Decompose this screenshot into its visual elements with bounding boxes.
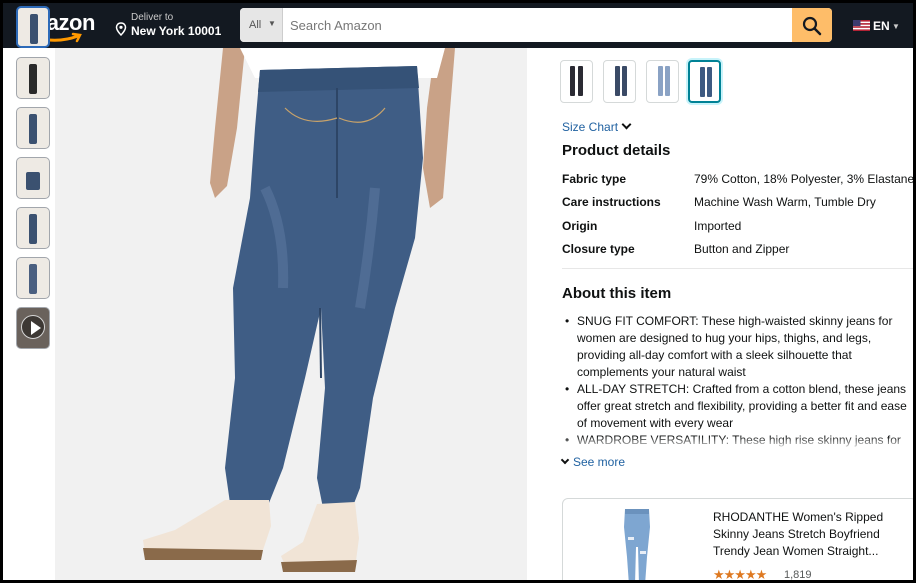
thumbnail-6[interactable]: [16, 257, 50, 299]
size-chart-link[interactable]: Size Chart: [562, 119, 632, 134]
swatch-4-image-b: [707, 67, 712, 97]
see-more-label: See more: [573, 455, 626, 469]
about-item-heading: About this item: [562, 285, 672, 302]
search-category-label: All: [249, 19, 262, 31]
video-thumbnail[interactable]: [16, 307, 50, 349]
see-more-link[interactable]: See more: [560, 455, 626, 469]
about-item-bullets: SNUG FIT COMFORT: These high-waisted ski…: [564, 313, 913, 448]
browser-viewport: amazon Deliver to New York 10001 All ▼ S…: [3, 3, 913, 580]
main-product-image[interactable]: [55, 48, 527, 580]
swatch-1-image: [570, 66, 575, 96]
size-chart-label: Size Chart: [562, 120, 619, 134]
deliver-location: New York 10001: [131, 24, 222, 38]
related-product-image: [624, 509, 650, 580]
detail-row-care: Care instructions Machine Wash Warm, Tum…: [562, 195, 913, 211]
detail-key: Fabric type: [562, 172, 627, 186]
swatch-2-image: [615, 66, 620, 96]
deliver-to-location[interactable]: Deliver to New York 10001: [115, 12, 233, 40]
bullet-point: ALL-DAY STRETCH: Crafted from a cotton b…: [564, 381, 913, 432]
us-flag-icon: [853, 20, 870, 31]
color-swatch-1[interactable]: [560, 60, 593, 103]
color-swatch-2[interactable]: [603, 60, 636, 103]
detail-value: Imported: [694, 219, 742, 233]
swatch-2-image-b: [622, 66, 627, 96]
caret-down-icon: ▼: [268, 19, 276, 28]
related-product-card[interactable]: RHODANTHE Women's Ripped Skinny Jeans St…: [562, 498, 913, 580]
thumbnail-4[interactable]: [16, 157, 50, 199]
bullets-fade-overlay: [562, 436, 913, 450]
search-category-dropdown[interactable]: All ▼: [240, 8, 283, 42]
caret-down-icon: ▼: [892, 22, 900, 31]
detail-key: Closure type: [562, 242, 635, 256]
thumbnail-3[interactable]: [16, 107, 50, 149]
detail-value: Button and Zipper: [694, 242, 790, 256]
language-code: EN: [873, 19, 890, 33]
detail-row-fabric: Fabric type 79% Cotton, 18% Polyester, 3…: [562, 172, 913, 188]
top-nav-bar: amazon Deliver to New York 10001 All ▼ S…: [3, 3, 913, 48]
color-swatch-3[interactable]: [646, 60, 679, 103]
location-pin-icon: [115, 22, 127, 36]
thumbnail-1[interactable]: [16, 6, 50, 48]
detail-key: Origin: [562, 219, 598, 233]
search-input[interactable]: [283, 8, 792, 42]
jeans-photo: [55, 48, 527, 580]
search-button[interactable]: [792, 8, 832, 42]
thumbnail-5[interactable]: [16, 207, 50, 249]
play-icon: [21, 315, 45, 339]
section-divider: [562, 268, 913, 269]
deliver-label: Deliver to: [131, 12, 174, 23]
product-details-heading: Product details: [562, 142, 671, 159]
rating-count[interactable]: 1,819: [784, 569, 812, 580]
detail-row-origin: Origin Imported: [562, 219, 913, 235]
bullet-point: SNUG FIT COMFORT: These high-waisted ski…: [564, 313, 913, 381]
swatch-1-image-b: [578, 66, 583, 96]
search-icon: [802, 16, 822, 36]
color-swatch-4-selected[interactable]: [688, 60, 721, 103]
detail-key: Care instructions: [562, 195, 661, 209]
chevron-down-icon: [560, 455, 570, 465]
language-selector[interactable]: EN ▼: [853, 19, 909, 33]
related-product-title[interactable]: RHODANTHE Women's Ripped Skinny Jeans St…: [713, 509, 898, 560]
swatch-3-image: [658, 66, 663, 96]
detail-value: Machine Wash Warm, Tumble Dry: [694, 195, 876, 209]
chevron-down-icon: [621, 119, 632, 130]
swatch-3-image-b: [665, 66, 670, 96]
thumbnail-2[interactable]: [16, 57, 50, 99]
detail-row-closure: Closure type Button and Zipper: [562, 242, 913, 258]
swatch-4-image: [700, 67, 705, 97]
search-bar: All ▼: [240, 8, 832, 42]
detail-value: 79% Cotton, 18% Polyester, 3% Elastane: [694, 172, 913, 186]
product-info-column: Size Chart Product details Fabric type 7…: [527, 48, 913, 580]
star-rating-icon: ★★★★★: [713, 567, 767, 580]
